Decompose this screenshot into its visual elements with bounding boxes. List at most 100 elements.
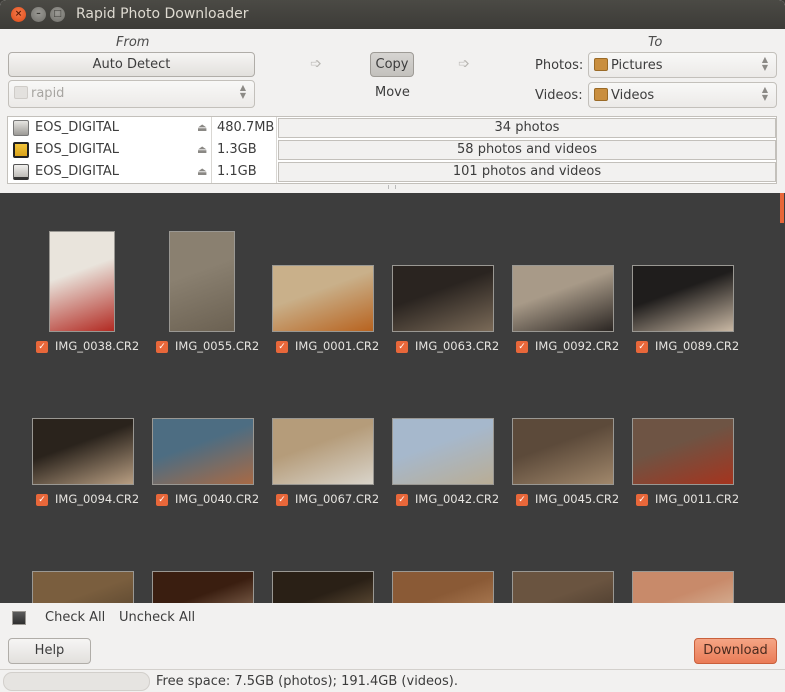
thumbnail-item[interactable]: ✓ IMG_0042.CR2 <box>390 384 500 514</box>
select-all-checkbox[interactable] <box>12 611 26 625</box>
move-button[interactable]: Move <box>375 85 410 100</box>
thumbnail-item[interactable] <box>510 537 620 603</box>
thumbnail-checkbox[interactable]: ✓ <box>636 341 648 353</box>
close-icon[interactable]: × <box>11 7 26 22</box>
thumbnail-image[interactable] <box>392 418 494 485</box>
bottom-panel: Check All Uncheck All Help Download Free… <box>0 603 785 692</box>
auto-detect-button[interactable]: Auto Detect <box>8 52 255 77</box>
thumbnail-filename: IMG_0067.CR2 <box>295 492 380 506</box>
thumbnail-item[interactable]: ✓ IMG_0011.CR2 <box>630 384 740 514</box>
thumbnail-item[interactable]: ✓ IMG_0045.CR2 <box>510 384 620 514</box>
videos-folder-value: Videos <box>611 88 655 103</box>
thumbnail-filename: IMG_0001.CR2 <box>295 339 380 353</box>
eject-icon[interactable]: ⏏ <box>197 143 207 156</box>
thumbnail-image[interactable] <box>632 418 734 485</box>
thumbnail-item[interactable]: ✓ IMG_0089.CR2 <box>630 231 740 361</box>
thumbnail-checkbox[interactable]: ✓ <box>36 341 48 353</box>
thumbnail-item[interactable] <box>390 537 500 603</box>
eject-icon[interactable]: ⏏ <box>197 165 207 178</box>
device-row[interactable]: EOS_DIGITAL ⏏ 1.3GB <box>8 139 278 161</box>
scrollbar-thumb[interactable] <box>780 193 784 223</box>
thumbnail-item[interactable]: ✓ IMG_0038.CR2 <box>30 231 140 361</box>
device-row[interactable]: EOS_DIGITAL ⏏ 480.7MB <box>8 117 278 139</box>
check-all-button[interactable]: Check All <box>45 610 105 625</box>
thumbnail-filename: IMG_0094.CR2 <box>55 492 140 506</box>
thumbnail-filename: IMG_0040.CR2 <box>175 492 260 506</box>
thumbnail-image[interactable] <box>152 418 254 485</box>
from-heading: From <box>116 35 150 50</box>
device-size: 1.1GB <box>217 164 257 179</box>
pane-resize-handle[interactable] <box>388 185 396 189</box>
thumbnail-image[interactable] <box>272 571 374 603</box>
download-button[interactable]: Download <box>694 638 777 664</box>
videos-destination-combo[interactable]: Videos ▲ ▼ <box>588 82 777 108</box>
thumbnail-filename: IMG_0092.CR2 <box>535 339 620 353</box>
thumbnail-image[interactable] <box>32 418 134 485</box>
source-folder-value: rapid <box>31 86 65 101</box>
thumbnail-checkbox[interactable]: ✓ <box>276 341 288 353</box>
device-size: 480.7MB <box>217 120 275 135</box>
free-space-status: Free space: 7.5GB (photos); 191.4GB (vid… <box>156 674 458 689</box>
device-progress-bar: 58 photos and videos <box>278 140 776 160</box>
thumbnail-image[interactable] <box>32 571 134 603</box>
thumbnail-item[interactable]: ✓ IMG_0067.CR2 <box>270 384 380 514</box>
thumbnail-item[interactable]: ✓ IMG_0040.CR2 <box>150 384 260 514</box>
thumbnail-filename: IMG_0055.CR2 <box>175 339 260 353</box>
minimize-icon[interactable]: – <box>31 7 46 22</box>
thumbnail-checkbox[interactable]: ✓ <box>396 341 408 353</box>
drive-icon <box>13 164 29 180</box>
spinner-arrows-icon: ▲ ▼ <box>761 55 768 72</box>
thumbnail-image[interactable] <box>512 418 614 485</box>
pictures-folder-icon <box>594 58 608 71</box>
thumbnail-image[interactable] <box>152 571 254 603</box>
title-bar: × – □ Rapid Photo Downloader <box>0 0 785 29</box>
copy-button[interactable]: Copy <box>370 52 414 77</box>
device-row[interactable]: EOS_DIGITAL ⏏ 1.1GB <box>8 161 278 183</box>
help-button[interactable]: Help <box>8 638 91 664</box>
thumbnail-item[interactable] <box>270 537 380 603</box>
thumbnail-image[interactable] <box>169 231 235 332</box>
thumbnail-item[interactable]: ✓ IMG_0001.CR2 <box>270 231 380 361</box>
device-progress-bar: 101 photos and videos <box>278 162 776 182</box>
videos-folder-icon <box>594 88 608 101</box>
thumbnail-image[interactable] <box>512 265 614 332</box>
thumbnail-image[interactable] <box>392 571 494 603</box>
maximize-icon[interactable]: □ <box>50 7 65 22</box>
thumbnail-image[interactable] <box>632 571 734 603</box>
device-list: EOS_DIGITAL ⏏ 480.7MB EOS_DIGITAL ⏏ 1.3G… <box>7 116 777 184</box>
thumbnail-checkbox[interactable]: ✓ <box>396 494 408 506</box>
folder-icon <box>14 86 28 99</box>
eject-icon[interactable]: ⏏ <box>197 121 207 134</box>
thumbnail-image[interactable] <box>272 418 374 485</box>
window-title: Rapid Photo Downloader <box>76 6 249 22</box>
thumbnail-image[interactable] <box>392 265 494 332</box>
thumbnail-checkbox[interactable]: ✓ <box>36 494 48 506</box>
thumbnail-checkbox[interactable]: ✓ <box>516 341 528 353</box>
app-window: × – □ Rapid Photo Downloader From Auto D… <box>0 0 785 692</box>
thumbnail-image[interactable] <box>49 231 115 332</box>
thumbnail-filename: IMG_0011.CR2 <box>655 492 740 506</box>
thumbnail-item[interactable]: ✓ IMG_0094.CR2 <box>30 384 140 514</box>
thumbnail-item[interactable]: ✓ IMG_0092.CR2 <box>510 231 620 361</box>
thumbnail-checkbox[interactable]: ✓ <box>156 341 168 353</box>
spinner-arrows-icon: ▲ ▼ <box>761 85 768 102</box>
uncheck-all-button[interactable]: Uncheck All <box>119 610 195 625</box>
thumbnail-checkbox[interactable]: ✓ <box>516 494 528 506</box>
thumbnail-item[interactable] <box>30 537 140 603</box>
thumbnail-image[interactable] <box>632 265 734 332</box>
thumbnail-image[interactable] <box>272 265 374 332</box>
photos-label: Photos: <box>535 58 584 73</box>
thumbnail-item[interactable] <box>150 537 260 603</box>
thumbnail-checkbox[interactable]: ✓ <box>276 494 288 506</box>
source-folder-combo[interactable]: rapid ▲ ▼ <box>8 80 255 108</box>
thumbnail-image[interactable] <box>512 571 614 603</box>
thumbnail-item[interactable]: ✓ IMG_0055.CR2 <box>150 231 260 361</box>
photos-destination-combo[interactable]: Pictures ▲ ▼ <box>588 52 777 78</box>
arrow-right-icon: ➩ <box>310 56 322 72</box>
device-progress-bar: 34 photos <box>278 118 776 138</box>
thumbnail-item[interactable]: ✓ IMG_0063.CR2 <box>390 231 500 361</box>
thumbnail-item[interactable] <box>630 537 740 603</box>
thumbnail-checkbox[interactable]: ✓ <box>156 494 168 506</box>
thumbnail-checkbox[interactable]: ✓ <box>636 494 648 506</box>
thumbnail-filename: IMG_0038.CR2 <box>55 339 140 353</box>
